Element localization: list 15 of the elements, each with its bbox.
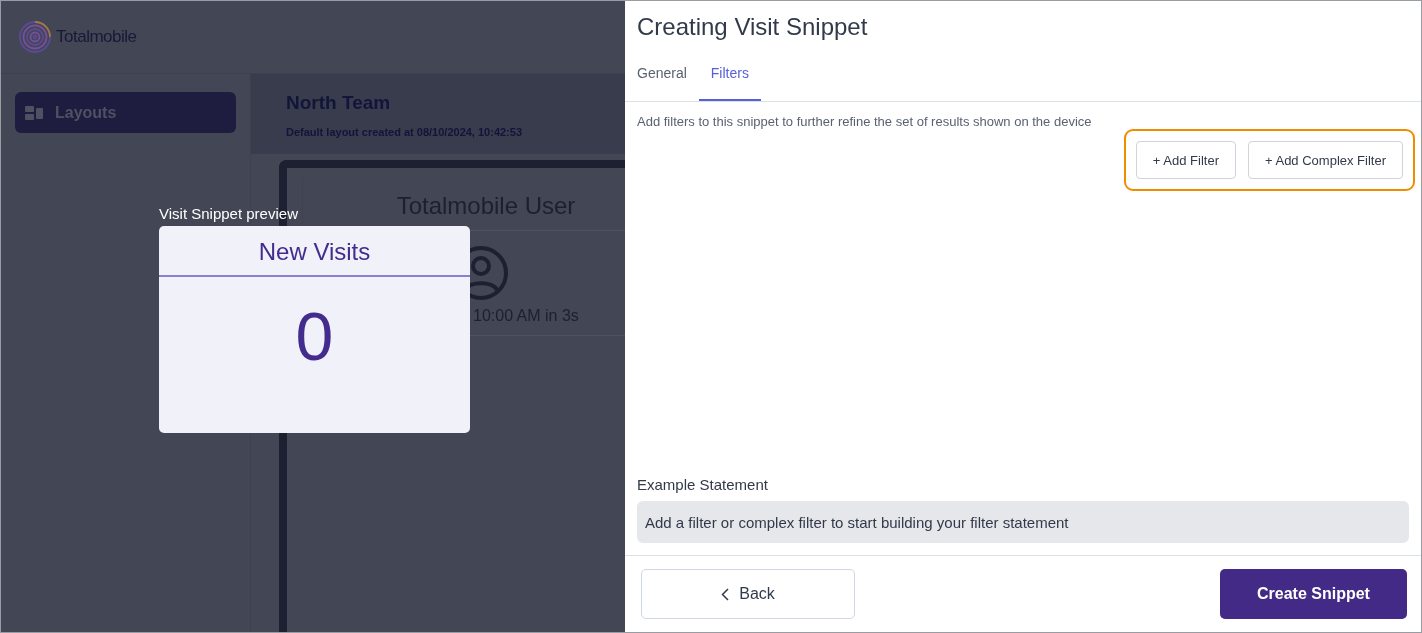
create-snippet-button[interactable]: Create Snippet bbox=[1220, 569, 1407, 619]
chevron-left-icon bbox=[721, 587, 730, 601]
logo-icon bbox=[18, 20, 52, 54]
tab[interactable]: General bbox=[637, 59, 687, 101]
example-statement-label: Example Statement bbox=[636, 476, 769, 495]
example-statement-field: Add a filter or complex filter to start building your filter statement bbox=[637, 501, 1409, 543]
filters-description: Add filters to this snippet to further refine the set of results shown on the device bbox=[636, 113, 1093, 129]
add-filter-button[interactable]: + Add Filter bbox=[1135, 141, 1236, 179]
dialog-title: Creating Visit Snippet bbox=[636, 12, 869, 41]
snippet-count: 0 bbox=[294, 297, 335, 375]
tab[interactable]: Filters bbox=[698, 59, 761, 101]
layout-icon bbox=[25, 105, 43, 120]
snippet-title: New Visits bbox=[159, 226, 470, 277]
back-button[interactable]: Back bbox=[641, 569, 855, 619]
add-filter-button[interactable]: + Add Complex Filter bbox=[1247, 141, 1403, 179]
